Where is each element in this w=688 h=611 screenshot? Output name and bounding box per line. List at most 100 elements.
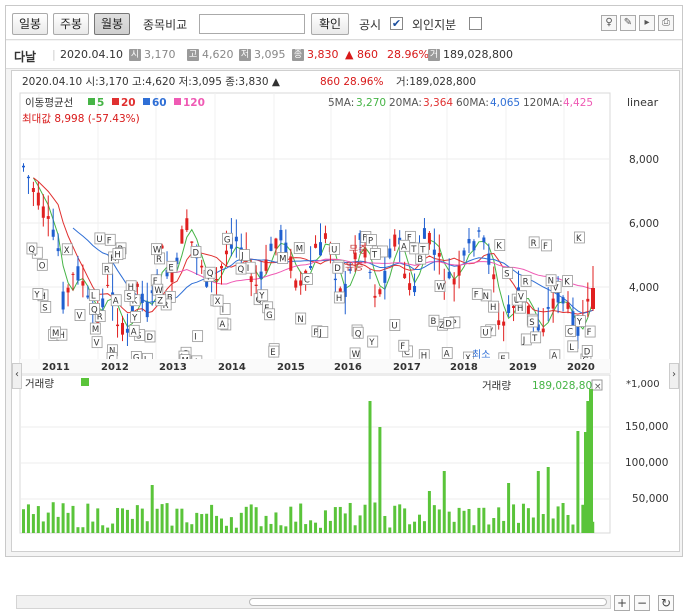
disclosure-marker[interactable]: A [441, 347, 453, 359]
disclosure-marker[interactable]: Y [257, 289, 269, 302]
pen-icon[interactable]: ✎ [620, 15, 636, 31]
disclosure-marker[interactable]: R [528, 236, 540, 249]
scroll-thumb[interactable] [249, 598, 607, 606]
disclosure-marker[interactable]: M [89, 322, 101, 335]
volume-bar [249, 504, 253, 533]
price-volume-chart[interactable]: 2020.04.10 시:3,170 고:4,620 저:3,095 종:3,8… [12, 71, 679, 551]
disclosure-marker[interactable]: A [399, 239, 410, 252]
disclosure-marker[interactable]: Y [130, 311, 141, 323]
disclosure-marker[interactable]: H [333, 291, 345, 304]
disclosure-marker[interactable]: W [151, 243, 162, 256]
disclosure-marker[interactable]: T [530, 331, 542, 344]
compare-input[interactable] [199, 14, 305, 34]
disclosure-marker[interactable]: S [40, 301, 52, 313]
disclosure-marker[interactable]: J [317, 326, 329, 338]
print-icon[interactable]: ⎙ [658, 15, 674, 31]
disclosure-marker[interactable]: W [349, 347, 361, 360]
disclosure-marker[interactable]: T [369, 248, 381, 260]
scroll-right-arrow[interactable]: › [669, 363, 679, 389]
zoom-in-button[interactable]: + [614, 595, 630, 611]
disclosure-marker[interactable]: U [389, 319, 401, 332]
refresh-button[interactable]: ↻ [658, 595, 674, 611]
disclosure-marker[interactable]: Q [235, 262, 247, 275]
disclosure-marker[interactable]: F [471, 287, 483, 300]
disclosure-marker[interactable]: S [124, 290, 136, 302]
disclosure-checkbox[interactable]: ✔ [390, 17, 403, 30]
disclosure-marker[interactable]: A [217, 317, 229, 330]
daily-button[interactable]: 일봉 [12, 13, 48, 35]
disclosure-marker[interactable]: J [239, 249, 250, 262]
disclosure-marker[interactable]: V [74, 309, 86, 322]
disclosure-marker[interactable]: U [480, 326, 492, 338]
weekly-button[interactable]: 주봉 [53, 13, 89, 35]
disclosure-marker[interactable]: N [295, 312, 307, 325]
candle [452, 278, 456, 285]
disclosure-marker[interactable]: O [36, 258, 48, 271]
disclosure-marker[interactable]: X [212, 294, 224, 307]
disclosure-marker[interactable]: K [494, 239, 506, 252]
disclosure-marker[interactable]: F [541, 239, 552, 252]
cursor-icon[interactable]: ▸ [639, 15, 655, 31]
disclosure-marker[interactable]: G [264, 308, 276, 321]
disclosure-marker[interactable]: K [574, 231, 585, 244]
disclosure-marker[interactable]: A [110, 294, 122, 307]
disclosure-marker[interactable]: D [190, 246, 202, 258]
disclosure-marker[interactable]: D [443, 317, 455, 329]
disclosure-marker[interactable]: S [502, 267, 514, 280]
monthly-button[interactable]: 월봉 [94, 13, 130, 35]
scroll-left-arrow[interactable]: ‹ [12, 363, 22, 389]
disclosure-marker[interactable]: Q [204, 266, 216, 279]
disclosure-marker[interactable]: N [545, 274, 557, 287]
confirm-button[interactable]: 확인 [311, 13, 349, 35]
disclosure-marker[interactable]: L [567, 340, 579, 353]
horizontal-scrollbar[interactable] [16, 595, 611, 609]
disclosure-marker[interactable]: J [520, 333, 532, 346]
disclosure-marker[interactable]: F [104, 233, 116, 246]
disclosure-marker[interactable]: E [166, 260, 178, 273]
bulb-icon[interactable]: ♀ [601, 15, 617, 31]
disclosure-marker[interactable]: C [565, 325, 576, 338]
disclosure-marker[interactable]: T [409, 242, 421, 255]
disclosure-marker[interactable]: Q [26, 242, 38, 255]
disclosure-marker[interactable]: F [584, 325, 596, 338]
disclosure-marker[interactable]: P [366, 234, 377, 246]
disclosure-marker[interactable]: A [128, 324, 140, 337]
disclosure-marker[interactable]: Q [89, 302, 100, 315]
disclosure-marker[interactable]: C [302, 273, 313, 285]
disclosure-marker[interactable]: Y [367, 335, 379, 348]
disclosure-marker[interactable]: D [144, 330, 156, 343]
disclosure-marker[interactable]: M [50, 326, 61, 339]
disclosure-marker[interactable]: E [268, 345, 280, 358]
disclosure-marker[interactable]: M [277, 252, 289, 265]
disclosure-marker[interactable]: F [398, 339, 410, 352]
disclosure-marker[interactable]: D [332, 261, 344, 274]
zoom-out-button[interactable]: − [634, 595, 650, 611]
disclosure-marker[interactable]: H [488, 300, 499, 313]
disclosure-marker[interactable]: R [520, 274, 532, 287]
disclosure-marker[interactable]: Q [352, 326, 364, 339]
disclosure-marker[interactable]: V [516, 290, 527, 303]
disclosure-marker[interactable]: V [91, 336, 103, 349]
disclosure-marker[interactable]: L [88, 289, 100, 302]
disclosure-marker[interactable]: W [434, 280, 446, 293]
disclosure-marker[interactable]: T [418, 242, 430, 255]
disclosure-marker[interactable]: U [329, 242, 341, 255]
disclosure-marker[interactable]: D [581, 345, 593, 357]
scale-label[interactable]: linear [627, 96, 659, 109]
disclosure-marker[interactable]: I [244, 261, 256, 274]
chart-area[interactable]: 2020.04.10 시:3,170 고:4,620 저:3,095 종:3,8… [11, 70, 680, 611]
disclosure-marker[interactable]: S [527, 315, 539, 328]
disclosure-marker[interactable]: Z [155, 294, 167, 307]
disclosure-marker[interactable]: B [428, 314, 440, 327]
foreign-checkbox[interactable] [469, 17, 482, 30]
disclosure-marker[interactable]: R [101, 262, 113, 275]
disclosure-marker[interactable]: H [112, 248, 124, 261]
disclosure-marker[interactable]: I [192, 330, 204, 343]
disclosure-marker[interactable]: K [562, 275, 573, 288]
disclosure-marker[interactable]: M [293, 242, 305, 255]
disclosure-marker[interactable]: X [61, 243, 73, 256]
disclosure-marker[interactable]: U [94, 232, 106, 245]
disclosure-marker[interactable]: Y [32, 288, 44, 300]
disclosure-marker[interactable]: Y [574, 315, 586, 328]
disclosure-marker[interactable]: G [222, 232, 233, 245]
